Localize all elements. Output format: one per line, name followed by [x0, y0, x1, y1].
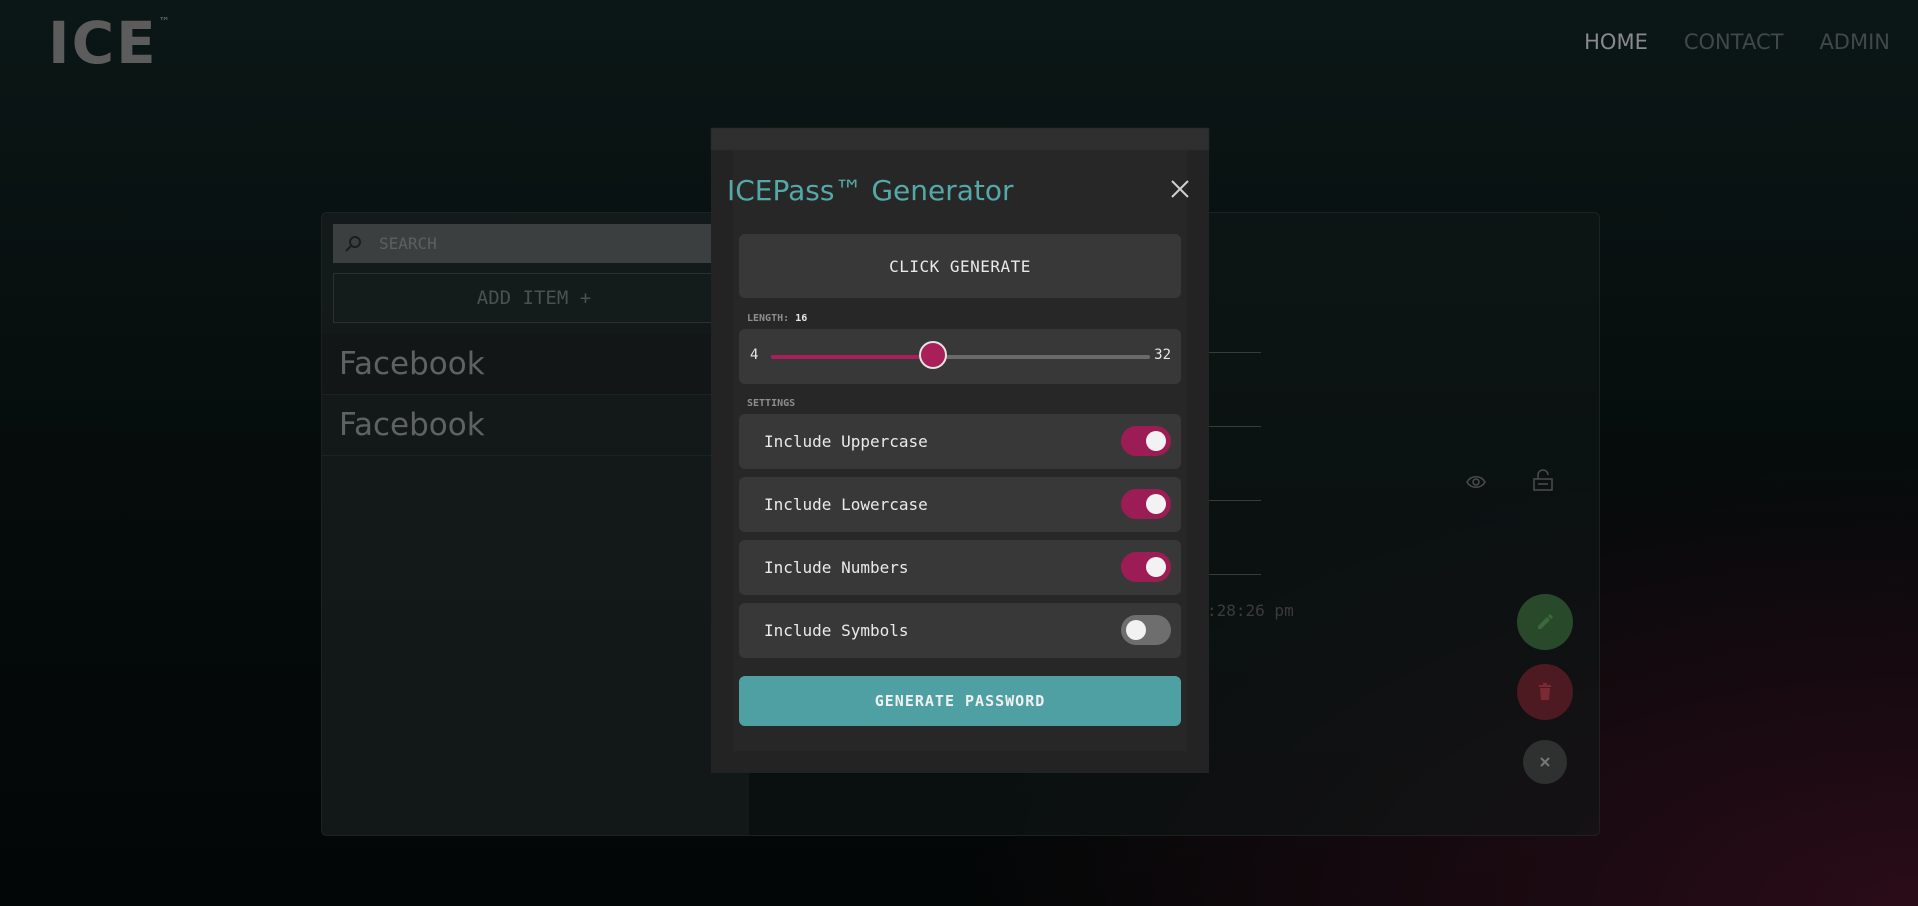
- edit-button[interactable]: [1517, 594, 1573, 650]
- length-label: LENGTH: 16: [747, 313, 807, 324]
- slider-max-label: 32: [1154, 347, 1171, 363]
- password-generator-modal: ICEPass™ Generator CLICK GENERATE LENGTH…: [711, 128, 1209, 773]
- list-item-label: Facebook: [339, 346, 485, 382]
- settings-label: SETTINGS: [747, 398, 796, 409]
- vault-sidebar: ADD ITEM + Facebook Facebook: [322, 213, 749, 835]
- toggle-knob: [1146, 494, 1166, 514]
- close-icon[interactable]: [1169, 178, 1191, 200]
- slider-thumb[interactable]: [919, 341, 948, 369]
- setting-uppercase: Include Uppercase: [739, 414, 1181, 469]
- list-item-label: Facebook: [339, 407, 485, 443]
- pencil-icon: [1538, 614, 1553, 629]
- toggle-knob: [1146, 431, 1166, 451]
- modal-top-strip: [711, 128, 1209, 150]
- close-item-button[interactable]: [1523, 740, 1567, 784]
- toggle-knob: [1126, 620, 1146, 640]
- length-slider-box: 4 32: [739, 329, 1181, 384]
- lock-icon[interactable]: [1532, 468, 1554, 492]
- length-value: 16: [795, 313, 808, 324]
- lowercase-toggle[interactable]: [1121, 489, 1171, 519]
- nav-home-link[interactable]: HOME: [1584, 30, 1648, 54]
- generate-password-button[interactable]: GENERATE PASSWORD: [739, 676, 1181, 726]
- setting-label: Include Lowercase: [764, 495, 928, 514]
- setting-label: Include Uppercase: [764, 432, 928, 451]
- updated-timestamp: :28:26 pm: [1207, 601, 1294, 620]
- length-slider[interactable]: [771, 341, 1150, 369]
- length-label-text: LENGTH:: [747, 313, 790, 324]
- setting-numbers: Include Numbers: [739, 540, 1181, 595]
- list-item[interactable]: Facebook: [322, 395, 749, 456]
- toggle-knob: [1146, 557, 1166, 577]
- trash-icon: [1539, 683, 1551, 700]
- numbers-toggle[interactable]: [1121, 552, 1171, 582]
- search-input[interactable]: [377, 233, 681, 254]
- setting-label: Include Symbols: [764, 621, 909, 640]
- setting-symbols: Include Symbols: [739, 603, 1181, 658]
- setting-lowercase: Include Lowercase: [739, 477, 1181, 532]
- slider-min-label: 4: [750, 347, 759, 363]
- nav-admin-link[interactable]: ADMIN: [1819, 30, 1890, 54]
- password-output[interactable]: CLICK GENERATE: [739, 234, 1181, 298]
- setting-label: Include Numbers: [764, 558, 909, 577]
- search-icon: [345, 235, 361, 252]
- delete-button[interactable]: [1517, 664, 1573, 720]
- symbols-toggle[interactable]: [1121, 615, 1171, 645]
- eye-icon[interactable]: [1466, 472, 1486, 492]
- logo[interactable]: ICE ™: [48, 14, 170, 72]
- close-icon: [1540, 757, 1550, 767]
- logo-trademark: ™: [158, 15, 172, 28]
- slider-fill: [771, 355, 934, 359]
- add-item-button[interactable]: ADD ITEM +: [333, 273, 735, 323]
- uppercase-toggle[interactable]: [1121, 426, 1171, 456]
- logo-text: ICE: [48, 9, 158, 77]
- nav-contact-link[interactable]: CONTACT: [1684, 30, 1784, 54]
- top-nav: HOME CONTACT ADMIN: [1584, 30, 1890, 54]
- modal-title: ICEPass™ Generator: [727, 174, 1014, 207]
- search-bar: [333, 224, 733, 263]
- list-item[interactable]: Facebook: [322, 334, 749, 395]
